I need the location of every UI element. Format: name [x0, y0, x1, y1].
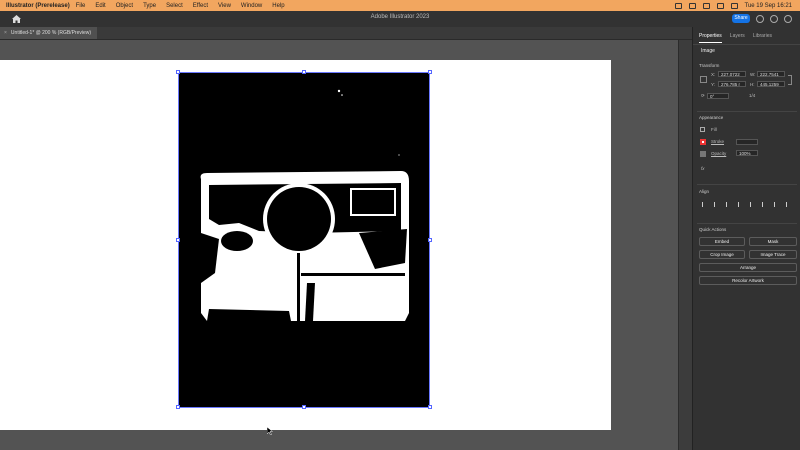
- rotate-icon: ⟳: [701, 93, 705, 98]
- align-left-icon[interactable]: [702, 202, 707, 207]
- close-tab-icon[interactable]: ×: [4, 30, 7, 36]
- appearance-heading: Appearance: [699, 115, 724, 120]
- quick-actions-heading: Quick Actions: [699, 227, 727, 232]
- opacity-input[interactable]: 100%: [736, 150, 758, 156]
- share-button[interactable]: Share: [732, 14, 750, 23]
- menu-edit[interactable]: Edit: [95, 3, 105, 9]
- stroke-weight-input[interactable]: [736, 139, 758, 145]
- section-divider: [697, 184, 797, 185]
- document-tab-label: Untitled-1* @ 200 % (RGB/Preview): [10, 30, 92, 36]
- x-label: X:: [711, 72, 716, 77]
- w-input[interactable]: 222.7541: [757, 71, 785, 77]
- siri-icon[interactable]: [730, 2, 738, 9]
- menu-file[interactable]: File: [76, 3, 86, 9]
- panel-tabs: Properties Layers Libraries: [693, 33, 800, 43]
- battery-icon[interactable]: [674, 2, 682, 9]
- spotlight-icon[interactable]: [716, 2, 724, 9]
- workspace-icon[interactable]: [784, 15, 792, 23]
- opacity-label[interactable]: Opacity: [711, 151, 726, 156]
- crop-image-button[interactable]: Crop Image: [699, 250, 745, 259]
- traced-camera-artwork: [179, 73, 429, 407]
- cloud-docs-icon[interactable]: [770, 15, 778, 23]
- embed-button[interactable]: Embed: [699, 237, 745, 246]
- menu-object[interactable]: Object: [116, 3, 133, 9]
- tab-properties[interactable]: Properties: [699, 33, 722, 43]
- selection-handle-bl[interactable]: [176, 405, 180, 409]
- wifi-icon[interactable]: [702, 2, 710, 9]
- ratio-value[interactable]: 1/4: [749, 93, 755, 98]
- discover-icon[interactable]: [756, 15, 764, 23]
- stroke-label[interactable]: Stroke: [711, 139, 724, 144]
- control-center-icon[interactable]: [688, 2, 696, 9]
- menu-window[interactable]: Window: [241, 3, 262, 9]
- menu-clock: Tue 19 Sep 16:21: [744, 2, 792, 9]
- arrange-button[interactable]: Arrange: [699, 263, 797, 272]
- properties-panel: Properties Layers Libraries Image Transf…: [692, 27, 800, 450]
- menu-help[interactable]: Help: [272, 3, 284, 9]
- app-title-bar: Adobe Illustrator 2023 Share: [0, 11, 800, 27]
- selection-type: Image: [701, 48, 715, 54]
- selection-handle-tl[interactable]: [176, 70, 180, 74]
- fill-label: Fill: [711, 127, 717, 132]
- y-input[interactable]: 276.785 r: [718, 81, 746, 87]
- stroke-swatch-icon[interactable]: [700, 139, 706, 145]
- align-center-icon[interactable]: [714, 202, 719, 207]
- w-label: W:: [750, 72, 756, 77]
- system-menu-bar: Illustrator (Prerelease) File Edit Objec…: [0, 0, 800, 11]
- opacity-icon: [700, 151, 706, 157]
- recolor-artwork-button[interactable]: Recolor Artwork: [699, 276, 797, 285]
- selection-handle-tr[interactable]: [428, 70, 432, 74]
- selection-handle-mr[interactable]: [428, 238, 432, 242]
- align-middle-icon[interactable]: [750, 202, 755, 207]
- document-tab-bar: × Untitled-1* @ 200 % (RGB/Preview): [0, 27, 692, 40]
- fx-label[interactable]: fx: [701, 166, 705, 171]
- align-heading: Align: [699, 189, 710, 194]
- document-tab[interactable]: × Untitled-1* @ 200 % (RGB/Preview): [0, 27, 98, 39]
- angle-input[interactable]: 0°: [707, 93, 729, 99]
- mouse-cursor-icon: [267, 427, 273, 435]
- menu-select[interactable]: Select: [166, 3, 183, 9]
- panel-collapse-strip[interactable]: [678, 40, 693, 450]
- fill-swatch-icon[interactable]: [700, 127, 705, 132]
- align-right-icon[interactable]: [726, 202, 731, 207]
- align-to-icon[interactable]: [786, 202, 791, 207]
- image-trace-button[interactable]: Image Trace: [749, 250, 797, 259]
- placed-image[interactable]: [178, 72, 430, 408]
- constrain-proportions-icon[interactable]: [788, 75, 792, 85]
- x-input[interactable]: 227.0722: [718, 71, 746, 77]
- selection-handle-bc[interactable]: [302, 405, 306, 409]
- tabs-divider: [693, 44, 800, 45]
- h-input[interactable]: 445.1259: [757, 81, 785, 87]
- transform-heading: Transform: [699, 63, 720, 68]
- menu-type[interactable]: Type: [143, 3, 156, 9]
- distribute-icon[interactable]: [774, 202, 779, 207]
- window-title: Adobe Illustrator 2023: [370, 14, 430, 20]
- align-bottom-icon[interactable]: [762, 202, 767, 207]
- menu-view[interactable]: View: [218, 3, 231, 9]
- y-label: Y:: [711, 82, 716, 87]
- selection-handle-tc[interactable]: [302, 70, 306, 74]
- menu-effect[interactable]: Effect: [193, 3, 208, 9]
- tab-libraries[interactable]: Libraries: [753, 33, 772, 43]
- mask-button[interactable]: Mask: [749, 237, 797, 246]
- reference-point-icon[interactable]: [700, 76, 707, 83]
- app-menu[interactable]: Illustrator (Prerelease): [6, 3, 70, 9]
- section-divider: [697, 223, 797, 224]
- section-divider: [697, 111, 797, 112]
- h-label: H:: [750, 82, 755, 87]
- align-top-icon[interactable]: [738, 202, 743, 207]
- tab-layers[interactable]: Layers: [730, 33, 745, 43]
- selection-handle-ml[interactable]: [176, 238, 180, 242]
- selection-handle-br[interactable]: [428, 405, 432, 409]
